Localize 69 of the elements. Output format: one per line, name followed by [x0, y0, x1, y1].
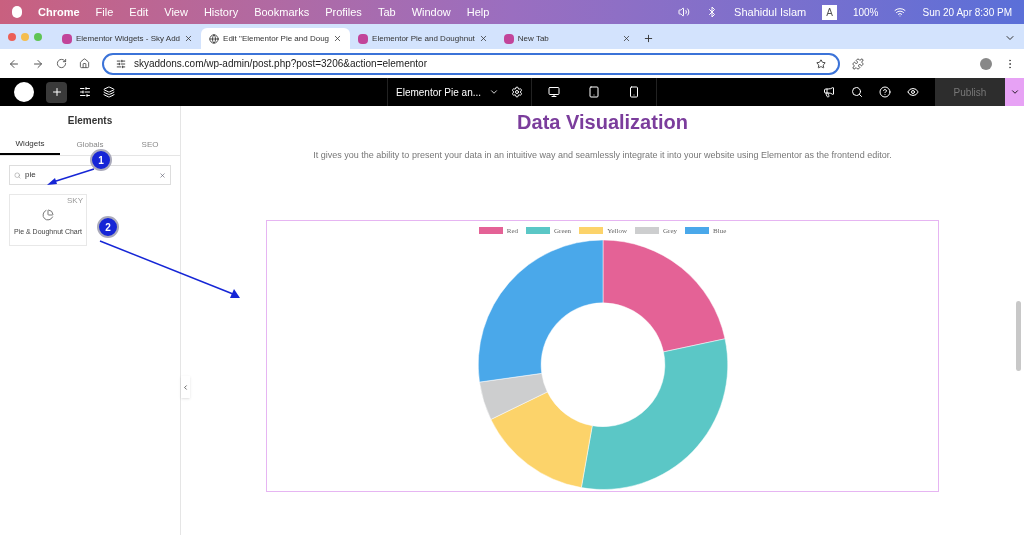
tablet-view-icon[interactable]: [588, 86, 601, 98]
extensions-icon[interactable]: [852, 57, 864, 70]
menu-item[interactable]: File: [95, 3, 114, 21]
new-tab-icon[interactable]: [642, 33, 654, 44]
browser-tab[interactable]: Elementor Pie and Doughnut: [350, 28, 496, 49]
menu-item[interactable]: Edit: [129, 3, 149, 21]
arrow-drawing: [45, 168, 95, 186]
volume-icon[interactable]: [678, 6, 691, 18]
site-settings-icon[interactable]: [79, 86, 91, 98]
browser-tab[interactable]: New Tab: [495, 28, 639, 49]
add-element-button[interactable]: [46, 81, 67, 103]
close-tab-icon[interactable]: [184, 34, 194, 43]
clock[interactable]: Sun 20 Apr 8:30 PM: [922, 4, 1012, 20]
page-heading: Data Visualization: [517, 110, 688, 135]
bookmark-icon[interactable]: [816, 58, 826, 69]
search-icon[interactable]: [851, 86, 863, 98]
panel-title: Elements: [66, 113, 114, 128]
close-window-icon[interactable]: [8, 32, 16, 41]
scrollbar-thumb[interactable]: [1016, 301, 1021, 371]
browser-tab[interactable]: Elementor Widgets - Sky Add: [54, 28, 202, 49]
widget-search-field[interactable]: pie: [9, 165, 171, 185]
preview-icon[interactable]: [907, 86, 919, 98]
home-icon[interactable]: [79, 58, 90, 69]
input-source[interactable]: A: [822, 4, 837, 20]
menu-item[interactable]: Tab: [377, 3, 396, 21]
clear-search-icon[interactable]: [159, 171, 166, 179]
address-bar[interactable]: skyaddons.com/wp-admin/post.php?post=3206&action=elementor: [102, 52, 840, 75]
site-info-icon[interactable]: [116, 58, 126, 69]
structure-icon[interactable]: [103, 86, 115, 98]
plus-icon: [50, 86, 63, 98]
close-tab-icon[interactable]: [621, 34, 631, 43]
elementor-logo[interactable]: [14, 82, 34, 102]
menu-item[interactable]: Bookmarks: [254, 3, 310, 21]
menu-item[interactable]: Window: [411, 3, 451, 21]
user-name[interactable]: Shahidul Islam: [734, 3, 807, 21]
widget-source-label: SKY: [67, 197, 83, 205]
chevron-down-icon: [489, 87, 500, 97]
page-description: It gives you the ability to present your data in an intuitive way and seamlessly integrate it into your website using Elementor as the frontend editor.: [313, 149, 892, 162]
settings-icon[interactable]: [511, 86, 524, 98]
search-icon: [14, 171, 21, 179]
site-icon: [358, 33, 369, 44]
menu-item[interactable]: History: [203, 3, 239, 21]
browser-tab[interactable]: Edit "Elementor Pie and Doug: [201, 28, 351, 49]
page-title-dropdown[interactable]: Elementor Pie an...: [396, 84, 500, 100]
menu-item[interactable]: Help: [466, 3, 490, 21]
globe-icon: [209, 33, 220, 44]
panel-tab[interactable]: SEO: [120, 134, 180, 155]
close-tab-icon[interactable]: [478, 34, 488, 43]
megaphone-icon[interactable]: [823, 86, 835, 98]
app-menu[interactable]: Chrome: [38, 3, 80, 21]
site-icon: [62, 33, 72, 44]
desktop-view-icon[interactable]: [548, 86, 561, 98]
site-icon: [503, 33, 514, 44]
battery-status[interactable]: 100%: [852, 4, 879, 20]
publish-button[interactable]: Publish: [935, 78, 1005, 106]
close-tab-icon[interactable]: [333, 34, 343, 43]
chevron-left-icon: [182, 383, 189, 391]
panel-tab[interactable]: Widgets: [0, 134, 60, 155]
help-icon[interactable]: [879, 86, 891, 98]
back-icon[interactable]: [8, 57, 20, 70]
profile-avatar[interactable]: [980, 57, 992, 70]
wifi-icon[interactable]: [894, 6, 907, 18]
chevron-down-icon: [1009, 87, 1020, 97]
pie-chart-icon: [42, 208, 54, 221]
mobile-view-icon[interactable]: [628, 86, 641, 98]
reload-icon[interactable]: [56, 58, 67, 69]
forward-icon[interactable]: [32, 57, 44, 70]
menu-item[interactable]: Profiles: [325, 3, 362, 21]
menu-item[interactable]: View: [164, 3, 188, 21]
